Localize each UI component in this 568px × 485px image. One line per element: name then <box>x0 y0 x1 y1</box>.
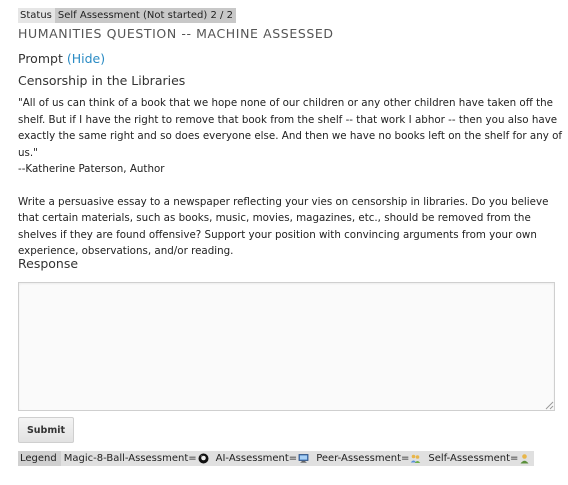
question-type-heading: HUMANITIES QUESTION -- MACHINE ASSESSED <box>18 26 334 41</box>
legend-label: Legend <box>18 451 61 466</box>
prompt-quote: "All of us can think of a book that we h… <box>18 95 563 178</box>
person-icon <box>520 454 529 464</box>
legend-item-peer: Peer-Assessment= <box>313 451 425 466</box>
legend-item-self: Self-Assessment= <box>425 451 534 466</box>
prompt-title: Censorship in the Libraries <box>18 73 186 88</box>
prompt-heading-label: Prompt <box>18 51 63 66</box>
status-value: Self Assessment (Not started) 2 / 2 <box>54 8 236 23</box>
prompt-quote-text: "All of us can think of a book that we h… <box>18 97 563 159</box>
prompt-heading: Prompt (Hide) <box>18 51 105 66</box>
legend-item-label: Self-Assessment= <box>428 453 519 464</box>
peers-icon <box>411 454 421 463</box>
computer-icon <box>298 454 309 463</box>
prompt-quote-attribution: --Katherine Paterson, Author <box>18 163 165 175</box>
legend-item-magic-8-ball: Magic-8-Ball-Assessment= <box>61 451 213 466</box>
submit-button[interactable]: Submit <box>18 417 74 443</box>
response-heading: Response <box>18 256 79 271</box>
hide-prompt-link[interactable]: (Hide) <box>67 51 105 66</box>
legend-item-label: AI-Assessment= <box>215 453 298 464</box>
legend-item-label: Magic-8-Ball-Assessment= <box>63 453 197 464</box>
response-textarea[interactable] <box>18 282 555 411</box>
resize-grip-icon[interactable] <box>545 401 554 410</box>
status-label: Status <box>18 8 55 23</box>
legend-item-label: Peer-Assessment= <box>316 453 410 464</box>
legend-bar: Legend Magic-8-Ball-Assessment= AI-Asses… <box>18 451 535 466</box>
prompt-body: "All of us can think of a book that we h… <box>18 95 563 260</box>
legend-item-ai: AI-Assessment= <box>213 451 314 466</box>
magic-8-ball-icon <box>198 453 209 464</box>
status-bar: Status Self Assessment (Not started) 2 /… <box>18 8 236 23</box>
prompt-instructions: Write a persuasive essay to a newspaper … <box>18 195 549 258</box>
